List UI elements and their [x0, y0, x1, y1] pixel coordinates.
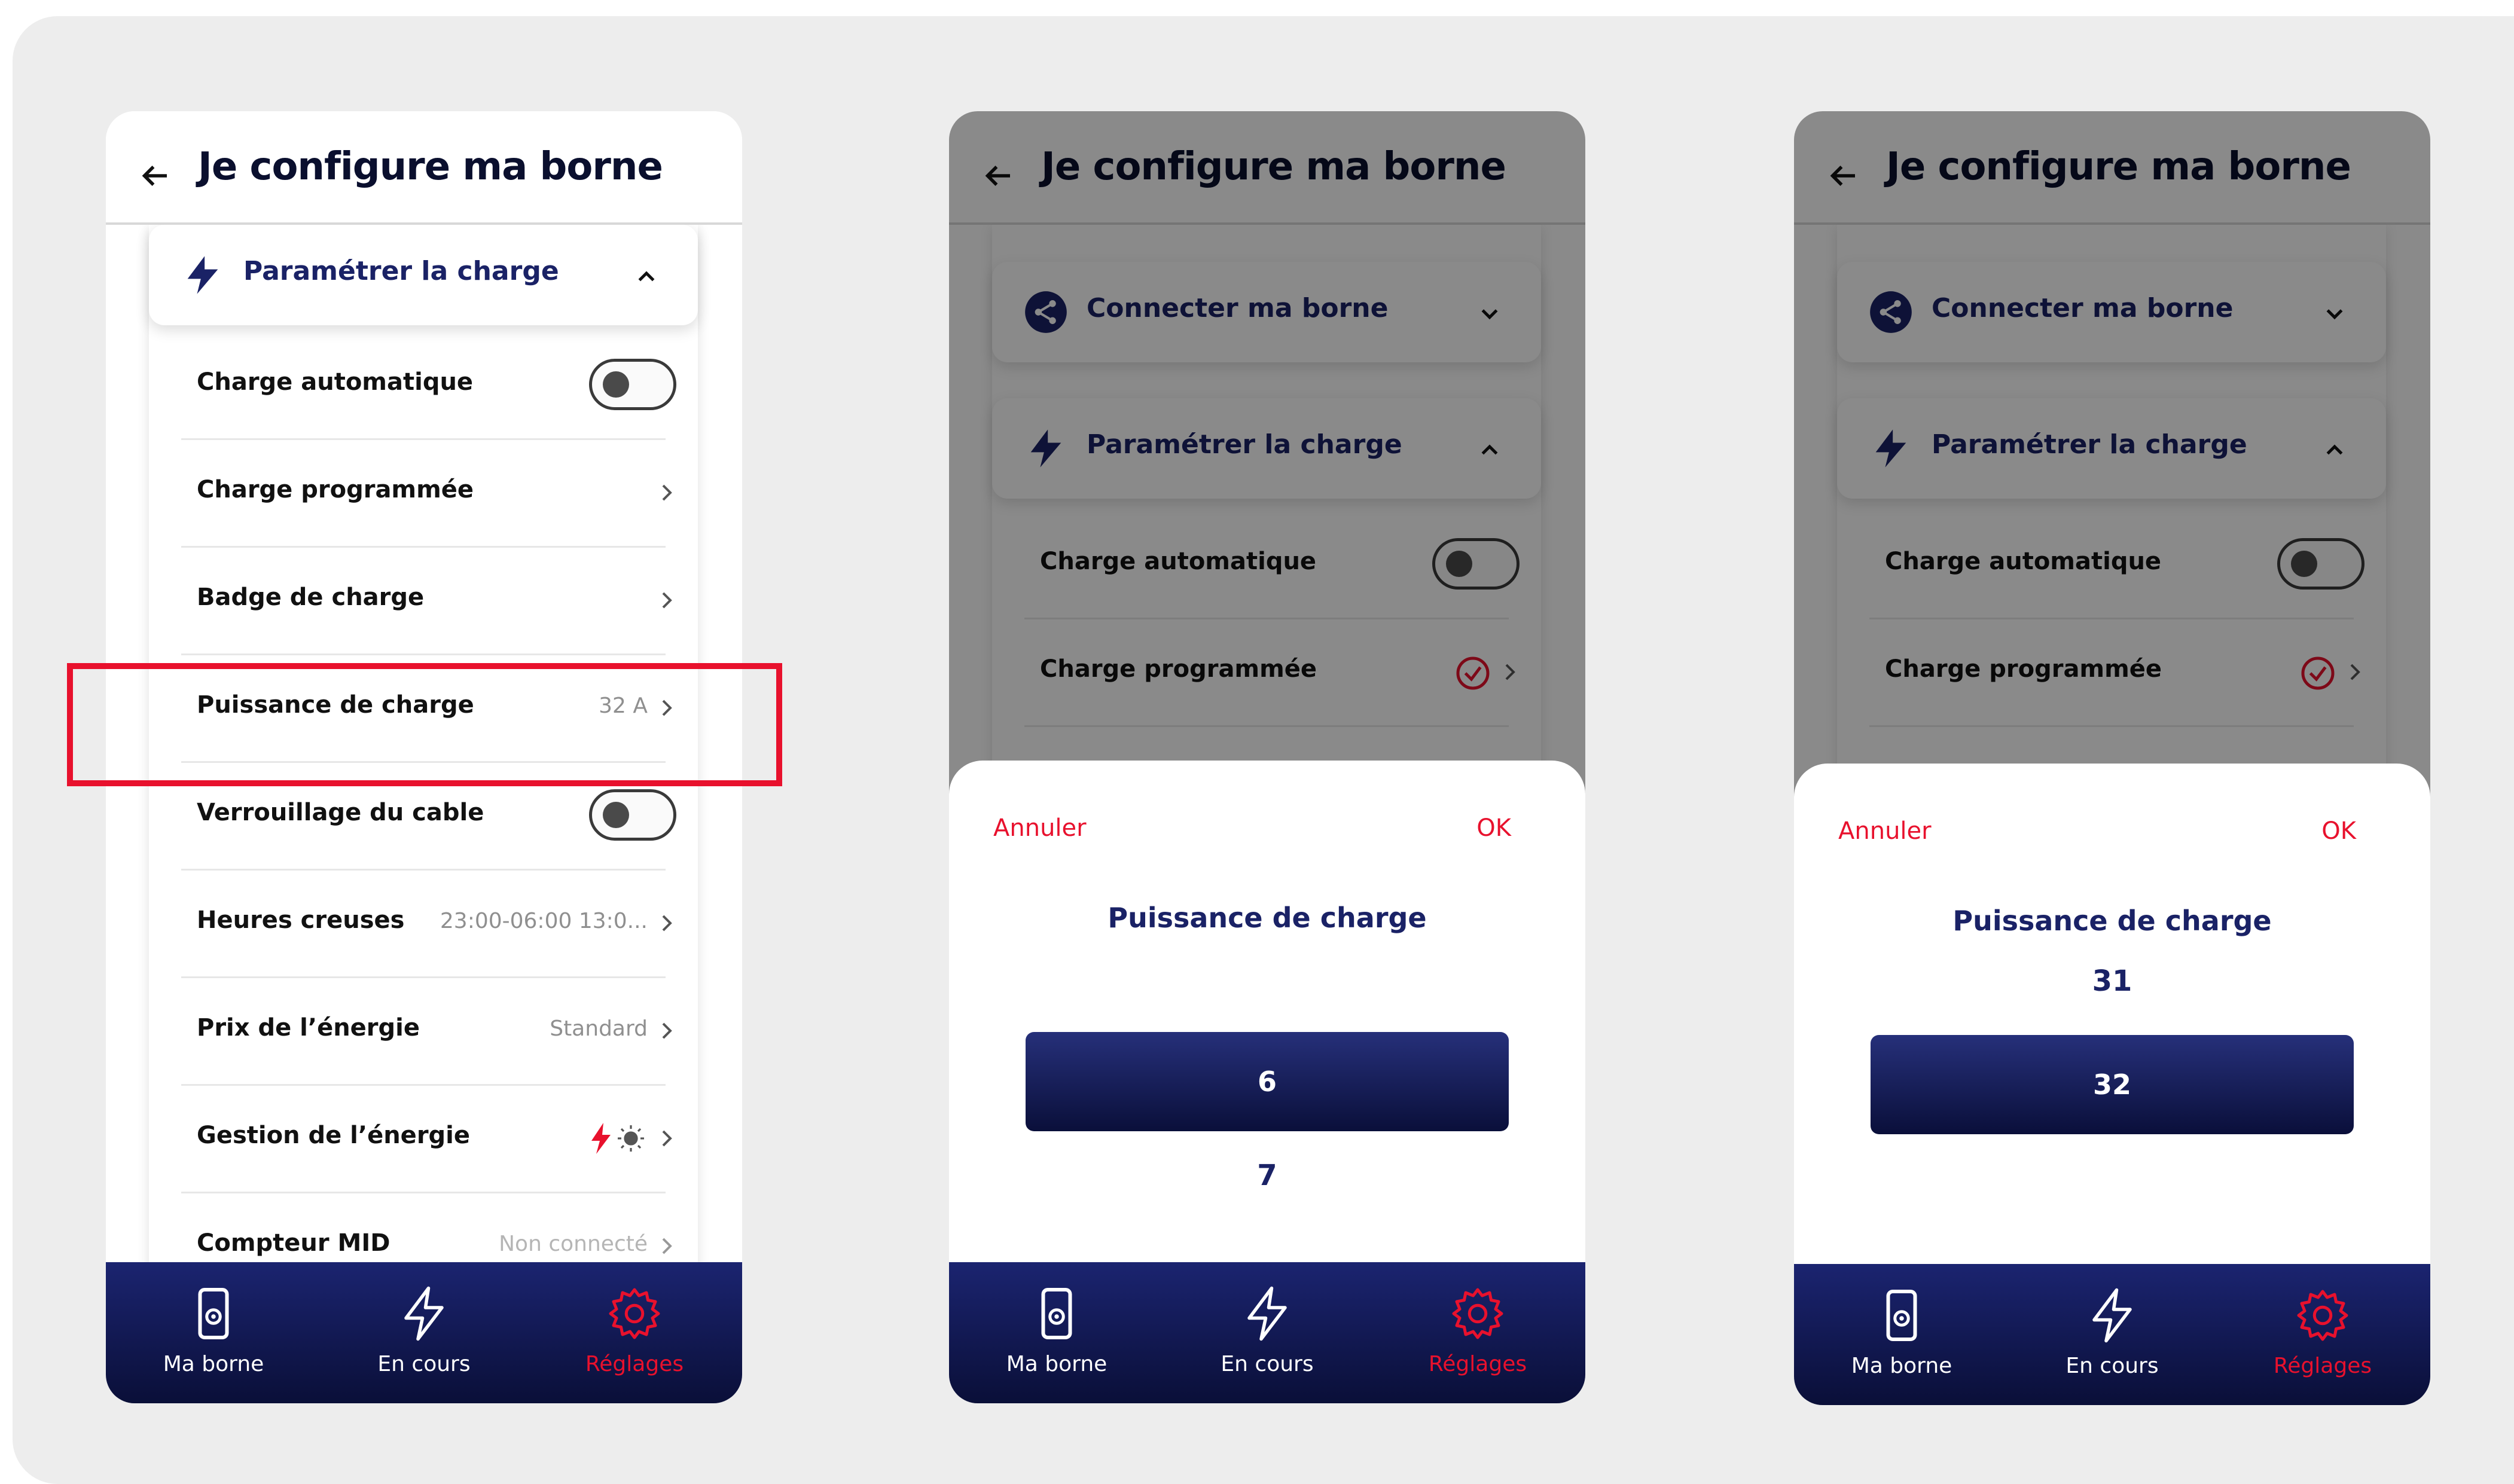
highlight-frame [67, 663, 782, 786]
ok-button[interactable]: OK [1476, 814, 1511, 842]
tab-label: Ma borne [163, 1352, 264, 1376]
bolt-outline-icon [1247, 1286, 1287, 1341]
bottom-tab-bar: Ma borne En cours Réglages [1794, 1264, 2430, 1405]
toggle-knob [603, 802, 629, 828]
tab-label: Ma borne [1851, 1354, 1952, 1378]
gear-icon [609, 1288, 660, 1339]
tab-en-cours[interactable]: En cours [334, 1262, 514, 1403]
phone-screen-picker-max: Connecter ma borne Paramétrer la charge … [1794, 111, 2430, 1405]
app-header: Je configure ma borne [106, 111, 742, 225]
row-compteur-mid[interactable]: Compteur MID Non connecté [149, 1193, 698, 1262]
row-label: Prix de l’énergie [197, 1014, 420, 1042]
row-label: Badge de charge [197, 584, 425, 611]
toggle-knob [603, 371, 629, 398]
tab-reglages[interactable]: Réglages [545, 1262, 724, 1403]
row-heures-creuses[interactable]: Heures creuses 23:00-06:00 13:0... [149, 871, 698, 978]
tab-reglages[interactable]: Réglages [2233, 1264, 2412, 1405]
bolt-icon [187, 256, 218, 294]
picker-title: Puissance de charge [1107, 902, 1427, 934]
row-gestion-de-l-energie[interactable]: Gestion de l’énergie [149, 1086, 698, 1193]
tab-ma-borne[interactable]: Ma borne [124, 1262, 303, 1403]
chevron-right-icon [662, 1130, 672, 1147]
phone-screen-picker-min: Connecter ma borne Paramétrer la charge … [949, 111, 1585, 1403]
chevron-right-icon [662, 592, 672, 609]
picker-selected-value[interactable]: 32 [1871, 1035, 2354, 1134]
tab-ma-borne[interactable]: Ma borne [967, 1262, 1146, 1403]
row-value: Standard [550, 1016, 648, 1041]
bolt-outline-icon [2092, 1288, 2132, 1343]
tab-label: Réglages [585, 1352, 684, 1376]
tab-label: En cours [2065, 1354, 2159, 1378]
section-charge-header[interactable]: Paramétrer la charge [149, 225, 698, 325]
row-prix-de-l-energie[interactable]: Prix de l’énergie Standard [149, 978, 698, 1086]
tab-en-cours[interactable]: En cours [1177, 1262, 1357, 1403]
gear-icon [2297, 1290, 2348, 1341]
charger-icon [1041, 1288, 1072, 1339]
picker-selected-value[interactable]: 6 [1026, 1032, 1509, 1131]
arrow-left-icon[interactable] [137, 158, 173, 194]
row-value: Non connecté [499, 1232, 648, 1256]
row-label: Compteur MID [197, 1229, 390, 1257]
row-label: Charge automatique [197, 368, 474, 396]
tab-label: En cours [377, 1352, 471, 1376]
chevron-right-icon [662, 484, 672, 501]
toggle-charge-automatique[interactable] [589, 359, 676, 410]
picker-previous-value[interactable]: 31 [1794, 964, 2430, 998]
row-label: Charge programmée [197, 476, 474, 503]
row-badge-de-charge[interactable]: Badge de charge [149, 548, 698, 655]
charger-icon [198, 1288, 229, 1339]
gear-icon [1452, 1288, 1503, 1339]
toggle-verrouillage-du-cable[interactable] [589, 789, 676, 841]
tab-label: Réglages [2273, 1354, 2372, 1378]
row-charge-programmee[interactable]: Charge programmée [149, 440, 698, 548]
chevron-right-icon [662, 915, 672, 932]
row-label: Verrouillage du cable [197, 799, 484, 826]
chevron-up-icon [638, 271, 655, 282]
row-label: Heures creuses [197, 906, 405, 934]
tab-reglages[interactable]: Réglages [1388, 1262, 1567, 1403]
ok-button[interactable]: OK [2321, 817, 2356, 845]
page-title: Je configure ma borne [198, 145, 663, 189]
chevron-right-icon [662, 1022, 672, 1039]
bottom-tab-bar: Ma borne En cours Réglages [106, 1262, 742, 1403]
tab-en-cours[interactable]: En cours [2022, 1264, 2202, 1405]
charger-icon [1886, 1290, 1917, 1341]
bolt-icon [591, 1123, 611, 1154]
picker-title: Puissance de charge [1952, 905, 2272, 937]
tab-label: Réglages [1428, 1352, 1527, 1376]
picker-next-value[interactable]: 7 [949, 1159, 1585, 1192]
chevron-right-icon [662, 1238, 672, 1254]
bolt-outline-icon [404, 1286, 444, 1341]
energy-mode-icons [591, 1123, 644, 1154]
section-charge-label: Paramétrer la charge [243, 256, 559, 286]
row-value: 23:00-06:00 13:0... [440, 909, 648, 933]
row-charge-automatique: Charge automatique [149, 332, 698, 440]
tab-ma-borne[interactable]: Ma borne [1812, 1264, 1991, 1405]
cancel-button[interactable]: Annuler [993, 814, 1087, 842]
sun-icon [618, 1125, 644, 1152]
row-label: Gestion de l’énergie [197, 1122, 471, 1149]
tab-label: En cours [1221, 1352, 1314, 1376]
tab-label: Ma borne [1006, 1352, 1107, 1376]
cancel-button[interactable]: Annuler [1838, 817, 1932, 845]
bottom-tab-bar: Ma borne En cours Réglages [949, 1262, 1585, 1403]
